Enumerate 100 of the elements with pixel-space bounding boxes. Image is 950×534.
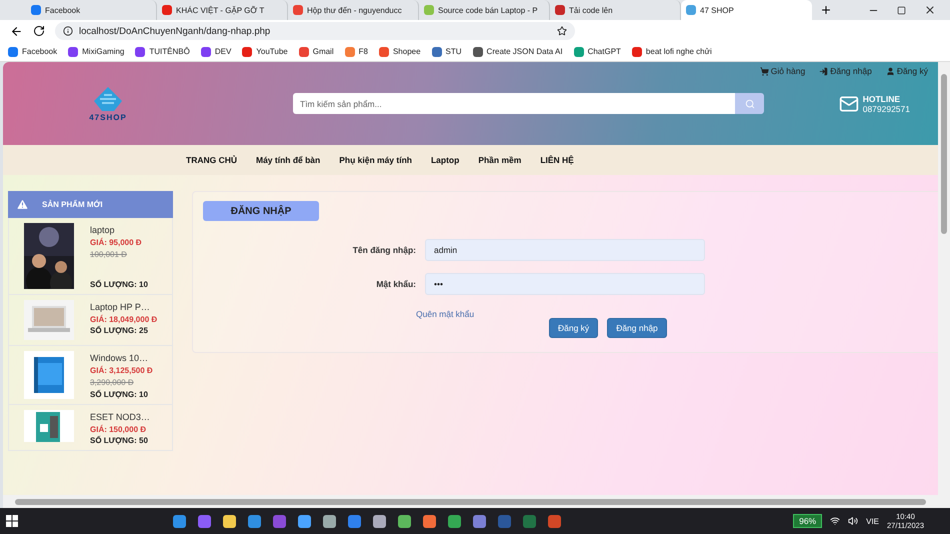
bookmark[interactable]: MixiGaming [68,46,124,56]
app-icon[interactable] [223,514,236,528]
app-icon[interactable] [423,514,436,528]
field-label: Tên đăng nhập: [352,245,416,255]
horizontal-scrollbar[interactable] [3,495,938,508]
close-icon[interactable] [924,4,936,16]
site-icon [378,46,389,56]
site-icon [68,46,78,56]
tab-title: Source code bán Laptop - P [438,6,538,14]
site-icon [31,5,41,15]
app-icon[interactable] [173,514,186,528]
app-icon[interactable] [348,514,361,528]
product-name[interactable]: ESET NOD3… [90,412,150,422]
browser-tab[interactable]: KHÁC VIỆT - GẶP GỠ T [157,0,288,20]
site-icon [686,5,696,15]
site-icon [200,46,211,56]
site-icon [242,46,252,56]
warning-icon [16,198,29,211]
language-indicator[interactable]: VIE [866,516,880,526]
tab-title: Tải code lên [569,6,613,14]
site-icon [555,5,565,15]
browser-tab[interactable]: 47 SHOP [681,0,812,20]
search-icon [744,98,754,108]
tab-title: 47 SHOP [700,6,734,14]
bookmark[interactable]: Create JSON Data AI [472,46,563,56]
windows-icon[interactable] [6,515,18,527]
reload-icon[interactable] [33,25,45,37]
bookmark[interactable]: YouTube [242,46,288,56]
site-icon [293,5,303,15]
site-icon [8,46,18,56]
login-title: ĐĂNG NHẬP [203,201,319,221]
nav-link[interactable]: Phần mềm [478,155,522,165]
cart-icon [760,66,769,76]
product-price: GIÁ: 18,049,000 Đ [90,315,158,324]
site-icon [574,46,584,56]
product-price: GIÁ: 3,125,500 Đ [90,366,153,375]
wifi-icon[interactable] [830,516,840,526]
header-link[interactable]: Đăng ký [886,66,928,76]
old-price: 3,290,000 Đ [90,378,135,387]
back-icon[interactable] [10,24,23,38]
user-icon [886,66,895,76]
browser-tab[interactable]: Source code bán Laptop - P [419,0,550,20]
tab-title: KHÁC VIỆT - GẶP GỠ T [176,6,264,14]
bookmark[interactable]: DEV [200,46,232,56]
field-label: Mật khẩu: [375,279,416,289]
nav-link[interactable]: Laptop [430,155,460,165]
bookmark[interactable]: Shopee [378,46,421,56]
bookmark[interactable]: TUITÊNBÔ [135,46,190,56]
site-icon [472,46,483,56]
site-icon [344,46,355,56]
app-icon[interactable] [323,514,336,528]
product-quantity: SỐ LƯỢNG: 10 [90,390,149,399]
forgot-password-link[interactable]: Quên mật khẩu [416,309,705,319]
bookmark[interactable]: Facebook [8,46,58,56]
old-price: 100,001 Đ [90,250,128,259]
new-tab-icon[interactable] [820,4,832,16]
site-icon [298,46,309,56]
nav-link[interactable]: TRANG CHỦ [186,155,237,165]
nav-link[interactable]: Máy tính để bàn [256,155,320,165]
url-text: localhost/DoAnChuyenNganh/dang-nhap.php [79,26,270,36]
mail-icon [838,94,859,114]
app-icon[interactable] [448,514,461,528]
product-price: GIÁ: 150,000 Đ [90,425,148,434]
app-icon[interactable] [373,514,386,528]
tab-title: Facebook [45,6,80,14]
info-icon [63,26,73,36]
battery-indicator[interactable]: 96% [793,514,822,528]
site-icon [162,5,172,15]
app-icon[interactable] [473,514,486,528]
site-icon [424,5,434,15]
input-field[interactable]: ••• [425,273,705,295]
app-icon[interactable] [398,514,411,528]
bookmark[interactable]: STU [432,46,462,56]
bookmark[interactable]: Gmail [298,46,334,56]
register-button[interactable]: Đăng ký [549,318,598,338]
header-link[interactable]: Đăng nhập [819,66,872,76]
login-button[interactable]: Đăng nhập [607,318,667,338]
maximize-icon[interactable] [897,6,906,14]
app-icon[interactable] [298,514,311,528]
app-icon[interactable] [248,514,261,528]
header-link[interactable]: Giỏ hàng [760,66,806,76]
logo-text: 47SHOP [89,113,127,122]
volume-icon[interactable] [848,516,858,526]
site-icon [135,46,146,56]
vertical-scrollbar[interactable] [938,62,950,508]
nav-link[interactable]: LIÊN HỆ [540,155,574,165]
login-icon [819,66,828,76]
nav-link[interactable]: Phụ kiện máy tính [339,155,412,165]
favorite-icon[interactable] [557,26,567,36]
search-field[interactable]: Tìm kiếm sản phẩm... [293,93,735,114]
product-name[interactable]: Laptop HP P… [90,302,158,312]
bookmark[interactable]: beat lofi nghe chửi [632,46,712,56]
product-name[interactable]: laptop [90,225,148,235]
input-field[interactable]: admin [425,239,705,261]
browser-tab[interactable]: Hộp thư đến - nguyenducc [288,0,419,20]
bookmark[interactable]: ChatGPT [574,46,621,56]
browser-tab[interactable]: Facebook [26,0,157,20]
product-name[interactable]: Windows 10… [90,353,153,363]
address-bar[interactable]: localhost/DoAnChuyenNganh/dang-nhap.php [55,22,575,40]
bookmark[interactable]: F8 [344,46,368,56]
